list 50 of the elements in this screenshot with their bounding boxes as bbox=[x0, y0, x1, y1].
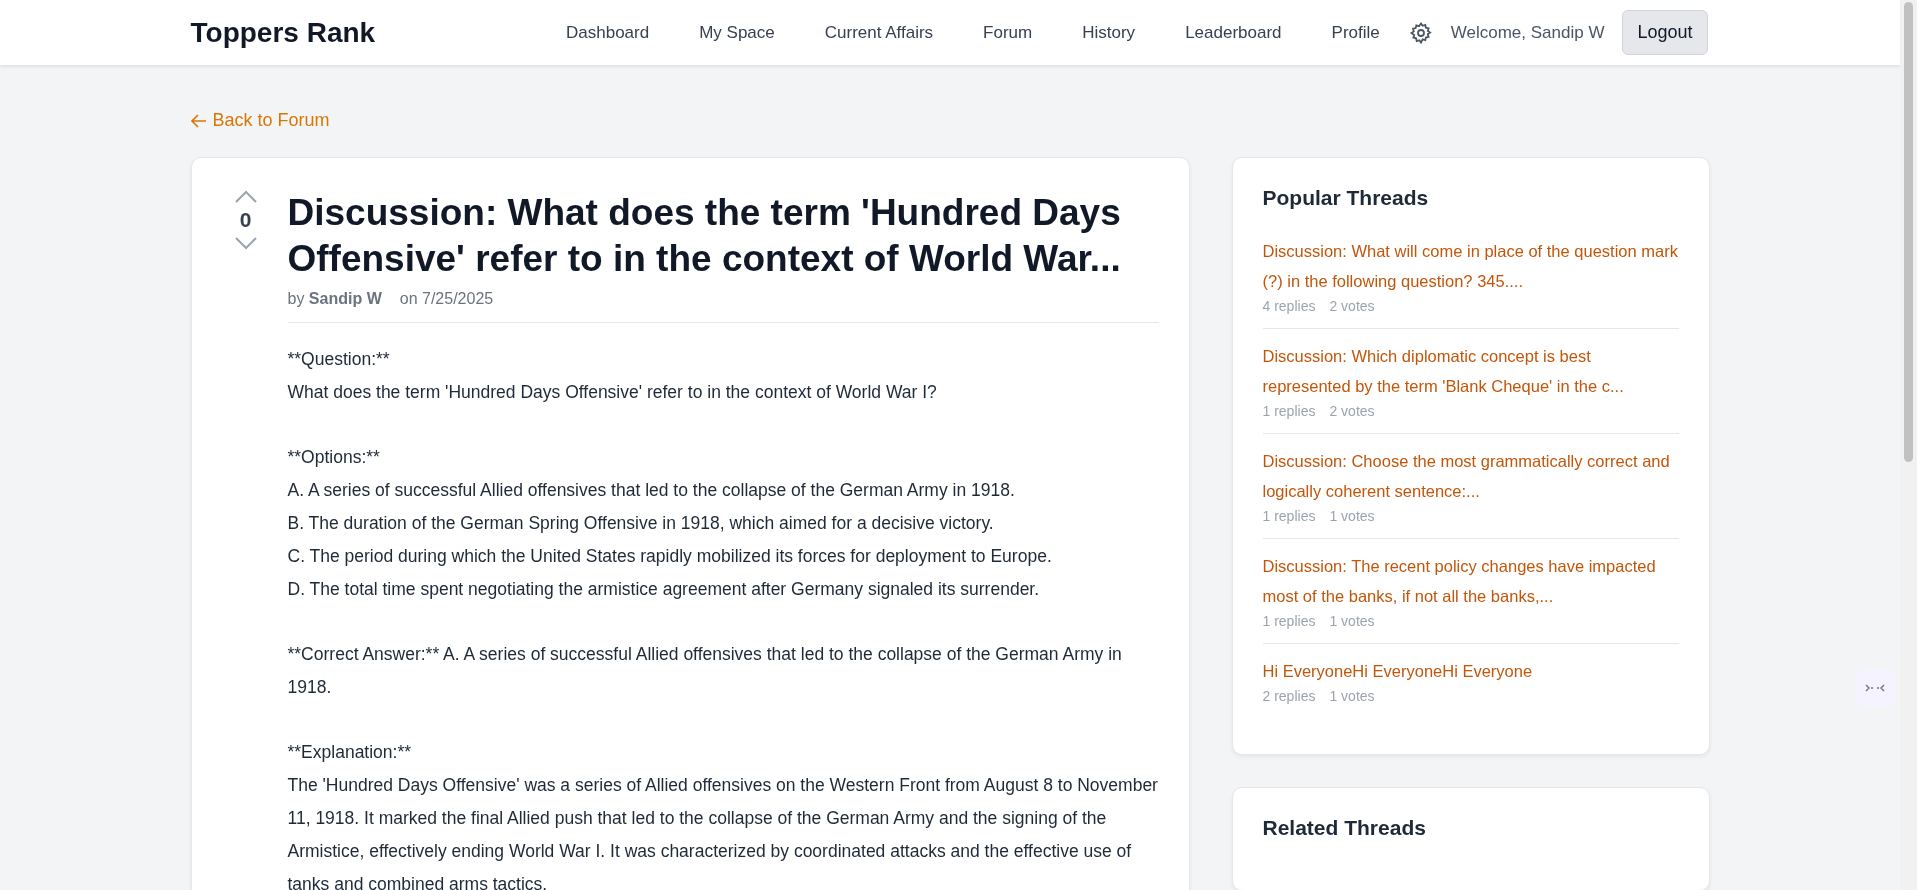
nav-link[interactable]: Forum bbox=[958, 22, 1058, 43]
vote-count: 1 votes bbox=[1329, 612, 1375, 629]
thread-link[interactable]: Discussion: The recent policy changes have impacted most of the banks, if not all the banks,... bbox=[1262, 550, 1679, 611]
arrow-left-icon bbox=[190, 113, 207, 128]
post-text: A. A series of successful Allied offensives that led to the collapse of the German Army in 1918. bbox=[287, 478, 1016, 502]
nav-link[interactable]: Dashboard bbox=[541, 22, 675, 43]
settings-icon[interactable] bbox=[1408, 20, 1433, 45]
section-title: Related Threads bbox=[1262, 815, 1427, 840]
reply-count: 4 replies bbox=[1262, 297, 1316, 314]
reply-count: 1 replies bbox=[1262, 612, 1316, 629]
vote-count: 1 votes bbox=[1329, 507, 1375, 524]
post-text: B. The duration of the German Spring Offensive in 1918, which aimed for a decisive victory. bbox=[287, 511, 995, 535]
post-text: **Question:** bbox=[287, 347, 391, 371]
welcome-text: Welcome, Sandip W bbox=[1450, 22, 1605, 43]
vote-count: 1 votes bbox=[1329, 687, 1375, 704]
post-text: **Explanation:** bbox=[287, 740, 413, 764]
section-title: Popular Threads bbox=[1262, 185, 1430, 210]
nav-link[interactable]: Current Affairs bbox=[799, 22, 959, 43]
chevron-up-icon bbox=[233, 189, 258, 204]
nav-link[interactable]: History bbox=[1057, 22, 1161, 43]
post-date: on 7/25/2025 bbox=[399, 289, 494, 308]
downvote-button[interactable] bbox=[233, 235, 258, 250]
post-text: C. The period during which the United States rapidly mobilized its forces for deployment to Europe. bbox=[287, 544, 1053, 568]
post-text: What does the term 'Hundred Days Offensive' refer to in the context of World War I? bbox=[287, 380, 938, 404]
thread-link[interactable]: Discussion: Choose the most grammatically correct and logically coherent sentence:... bbox=[1262, 445, 1679, 506]
vote-count: 2 votes bbox=[1329, 402, 1375, 419]
thread-link[interactable]: Discussion: Which diplomatic concept is best represented by the term 'Blank Cheque' in the c... bbox=[1262, 340, 1679, 401]
vote-count: 0 bbox=[239, 207, 252, 232]
widget-toggle-button[interactable] bbox=[1855, 670, 1895, 706]
reply-count: 1 replies bbox=[1262, 402, 1316, 419]
reply-count: 2 replies bbox=[1262, 687, 1316, 704]
vote-count: 2 votes bbox=[1329, 297, 1375, 314]
post-text: The 'Hundred Days Offensive' was a series of Allied offensives on the Western Front from August 8 to November 11, 1918. It marked the final Allied push that led to the collapse of the German Army and the signing of the Armistice, effectively ending World War I. It was characterized by coordinated attacks and the effective use of tanks and combined arms tactics. bbox=[287, 773, 1159, 890]
upvote-button[interactable] bbox=[233, 189, 258, 204]
post-text: **Correct Answer:** A. A series of successful Allied offensives that led to the collapse of the German Army in 1918. bbox=[287, 642, 1123, 699]
post-text: **Options:** bbox=[287, 445, 381, 469]
nav-link[interactable]: Leaderboard bbox=[1160, 22, 1307, 43]
thread-link[interactable]: Hi EveryoneHi EveryoneHi Everyone bbox=[1262, 655, 1679, 686]
nav-link[interactable]: My Space bbox=[674, 22, 800, 43]
logout-button[interactable]: Logout bbox=[1622, 10, 1708, 55]
thread-link[interactable]: Discussion: What will come in place of the question mark (?) in the following question? 345.... bbox=[1262, 235, 1679, 296]
collapse-arrows-icon bbox=[1865, 682, 1885, 694]
post-text: D. The total time spent negotiating the armistice agreement after Germany signaled its surrender. bbox=[287, 577, 1041, 601]
reply-count: 1 replies bbox=[1262, 507, 1316, 524]
post-title: Discussion: What does the term 'Hundred Days Offensive' refer to in the context of World War... bbox=[287, 190, 1122, 281]
chevron-down-icon bbox=[233, 235, 258, 250]
post-author: by Sandip W bbox=[287, 289, 382, 308]
site-logo: Toppers Rank bbox=[190, 16, 376, 49]
scrollbar[interactable] bbox=[1900, 0, 1917, 890]
nav-link[interactable]: Profile bbox=[1306, 22, 1405, 43]
